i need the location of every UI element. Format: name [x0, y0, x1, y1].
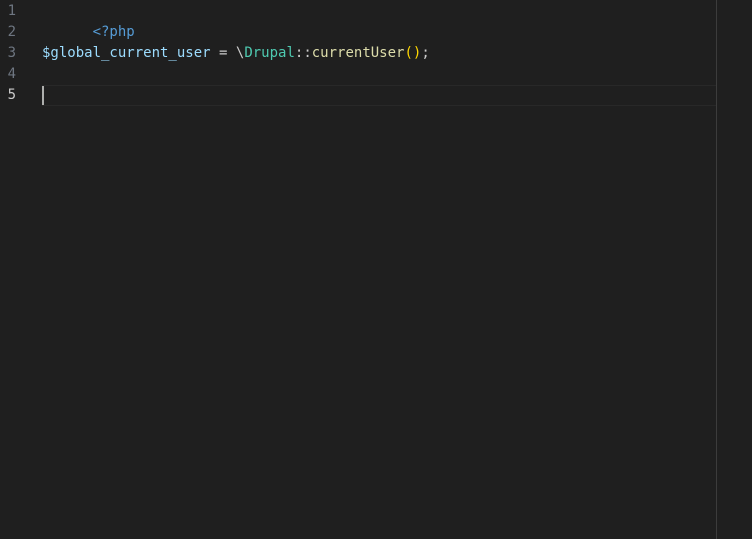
scope-operator: ::	[294, 45, 312, 61]
code-line-1[interactable]: <?php	[42, 1, 135, 40]
class-name-token: Drupal	[244, 45, 295, 61]
php-open-tag: <?php	[92, 24, 135, 40]
assign-operator: =	[210, 45, 236, 61]
semicolon: ;	[421, 45, 430, 61]
line-number: 4	[7, 66, 16, 82]
code-editor[interactable]: 1 2 3 4 5 <?php $global_current_user = \…	[0, 0, 752, 539]
line-number-gutter: 1 2 3 4 5	[0, 0, 30, 539]
active-line-number: 5	[7, 87, 16, 103]
variable-token: $global_current_user	[42, 45, 211, 61]
code-line-3[interactable]: $global_current_user = \Drupal::currentU…	[42, 43, 430, 64]
vertical-ruler	[716, 0, 717, 539]
text-cursor	[42, 86, 44, 105]
line-number: 2	[7, 24, 16, 40]
parentheses: ()	[404, 45, 422, 61]
method-token: currentUser	[311, 45, 405, 61]
line-number: 1	[7, 3, 16, 19]
code-area[interactable]: <?php $global_current_user = \Drupal::cu…	[42, 0, 716, 539]
line-number: 3	[7, 45, 16, 61]
